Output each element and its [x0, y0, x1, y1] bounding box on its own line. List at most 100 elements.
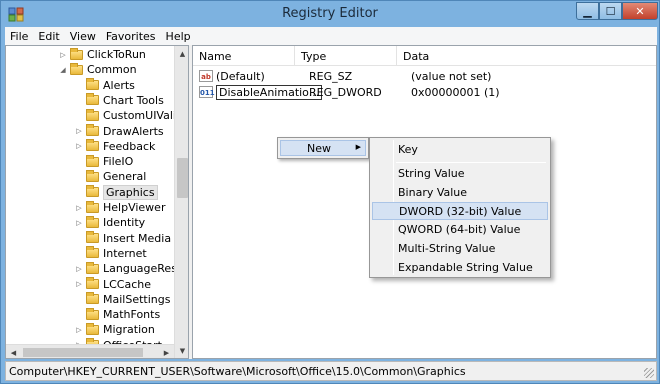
folder-icon — [86, 93, 99, 106]
tree-item-feedback[interactable]: ▷ Feedback — [74, 139, 155, 154]
value-type: REG_SZ — [309, 69, 353, 83]
list-header: Name Type Data — [193, 46, 656, 66]
context-menu: New ▶ — [277, 137, 369, 159]
folder-icon — [86, 261, 99, 274]
expand-arrow-icon[interactable]: ▷ — [74, 219, 84, 227]
expand-arrow-icon[interactable]: ▷ — [74, 326, 84, 334]
minimize-button[interactable]: ▁ — [576, 2, 599, 20]
tree-item-insert-media[interactable]: Insert Media — [74, 231, 171, 246]
value-row-disableanimation[interactable]: 011 DisableAnimatio... REG_DWORD 0x00000… — [193, 84, 500, 100]
tree-item-migration[interactable]: ▷ Migration — [74, 322, 155, 337]
submenu-item-key[interactable]: Key — [372, 141, 548, 159]
expand-arrow-icon[interactable]: ▷ — [58, 51, 68, 59]
tree-item-label: LCCache — [103, 277, 152, 291]
menu-file[interactable]: File — [5, 30, 33, 43]
tree-item-helpviewer[interactable]: ▷ HelpViewer — [74, 200, 165, 215]
tree-item-label: FileIO — [103, 155, 134, 169]
menu-view[interactable]: View — [65, 30, 101, 43]
maximize-icon: ☐ — [605, 4, 616, 18]
tree-item-clicktorun[interactable]: ▷ ClickToRun — [58, 47, 146, 62]
tree-vertical-scrollbar[interactable]: ▲ ▼ — [174, 46, 188, 358]
tree-item-common[interactable]: ◢ Common — [58, 62, 137, 77]
scroll-down-icon[interactable]: ▼ — [175, 343, 188, 358]
value-row-default[interactable]: ab (Default) REG_SZ (value not set) — [193, 68, 491, 84]
expand-arrow-icon[interactable]: ▷ — [74, 127, 84, 135]
folder-icon — [86, 108, 99, 121]
tree-vscroll-thumb[interactable] — [177, 158, 188, 198]
tree-item-label: Graphics — [103, 184, 158, 200]
tree-item-customuivalida[interactable]: CustomUIValida — [74, 108, 188, 123]
tree-horizontal-scrollbar[interactable]: ◀ ▶ — [6, 344, 174, 358]
submenu-item-string-value[interactable]: String Value — [372, 165, 548, 183]
tree-item-mathfonts[interactable]: MathFonts — [74, 307, 160, 322]
scroll-right-icon[interactable]: ▶ — [159, 345, 174, 358]
tree-item-label: Common — [87, 63, 137, 77]
column-header-name[interactable]: Name — [193, 46, 295, 65]
title-bar[interactable]: Registry Editor ▁ ☐ ✕ — [1, 1, 659, 27]
tree-item-graphics[interactable]: Graphics — [74, 184, 158, 200]
tree-item-alerts[interactable]: Alerts — [74, 78, 135, 93]
folder-icon — [86, 215, 99, 228]
scroll-left-icon[interactable]: ◀ — [6, 345, 21, 358]
expand-arrow-icon[interactable]: ▷ — [74, 280, 84, 288]
folder-icon — [86, 292, 99, 305]
tree-item-languageresou[interactable]: ▷ LanguageResou — [74, 261, 188, 276]
menu-item-new[interactable]: New ▶ — [280, 140, 366, 156]
submenu-item-binary-value[interactable]: Binary Value — [372, 184, 548, 202]
value-type: REG_DWORD — [309, 85, 382, 99]
submenu-item-expandable-string-value[interactable]: Expandable String Value — [372, 259, 548, 277]
submenu-arrow-icon: ▶ — [355, 143, 361, 151]
expand-arrow-icon[interactable]: ▷ — [74, 204, 84, 212]
tree-item-label: Alerts — [103, 78, 135, 92]
submenu-item-dword-value[interactable]: DWORD (32-bit) Value — [372, 202, 548, 220]
value-name-edit-field[interactable]: DisableAnimatio... — [216, 84, 323, 100]
tree-item-label: Identity — [103, 216, 146, 230]
menu-item-new-label: New — [307, 142, 331, 155]
tree-item-chart-tools[interactable]: Chart Tools — [74, 93, 164, 108]
value-data: (value not set) — [411, 69, 492, 83]
tree-item-drawalerts[interactable]: ▷ DrawAlerts — [74, 124, 164, 139]
tree-item-label: Internet — [103, 246, 147, 260]
tree-item-label: Feedback — [103, 139, 156, 153]
registry-tree[interactable]: ▷ ClickToRun ◢ Common Alerts Chart Tools Custo… — [5, 45, 189, 359]
submenu-item-qword-value[interactable]: QWORD (64-bit) Value — [372, 221, 548, 239]
folder-icon — [70, 62, 83, 75]
tree-item-general[interactable]: General — [74, 169, 146, 184]
scroll-up-icon[interactable]: ▲ — [175, 46, 188, 61]
menu-edit[interactable]: Edit — [33, 30, 64, 43]
new-submenu: Key String Value Binary Value DWORD (32-… — [369, 137, 551, 278]
submenu-separator — [396, 162, 546, 163]
maximize-button[interactable]: ☐ — [599, 2, 622, 20]
tree-item-label: HelpViewer — [103, 201, 166, 214]
window-title: Registry Editor — [282, 6, 378, 21]
folder-icon — [86, 139, 99, 152]
column-header-type[interactable]: Type — [295, 46, 397, 65]
folder-icon — [86, 154, 99, 167]
tree-item-label: General — [103, 170, 147, 184]
folder-icon — [86, 200, 99, 213]
folder-icon — [86, 169, 99, 182]
column-header-data[interactable]: Data — [397, 46, 656, 65]
minimize-icon: ▁ — [583, 4, 592, 18]
menu-favorites[interactable]: Favorites — [101, 30, 161, 43]
tree-item-identity[interactable]: ▷ Identity — [74, 215, 145, 230]
folder-icon — [86, 246, 99, 259]
resize-grip-icon[interactable] — [644, 368, 654, 378]
tree-item-lccache[interactable]: ▷ LCCache — [74, 277, 151, 292]
value-data: 0x00000001 (1) — [411, 85, 500, 99]
expand-arrow-icon[interactable]: ▷ — [74, 142, 84, 150]
tree-item-internet[interactable]: Internet — [74, 246, 147, 261]
submenu-item-multi-string-value[interactable]: Multi-String Value — [372, 240, 548, 258]
tree-item-label: DrawAlerts — [103, 124, 164, 138]
menu-help[interactable]: Help — [161, 30, 196, 43]
folder-icon — [70, 47, 83, 60]
tree-item-mailsettings[interactable]: MailSettings — [74, 292, 170, 307]
close-icon: ✕ — [635, 4, 645, 18]
tree-item-fileio[interactable]: FileIO — [74, 154, 133, 169]
menu-bar: File Edit View Favorites Help — [5, 27, 657, 45]
tree-item-label: Insert Media — [103, 231, 172, 245]
tree-hscroll-thumb[interactable] — [23, 348, 143, 357]
close-button[interactable]: ✕ — [622, 2, 658, 20]
expand-arrow-icon[interactable]: ◢ — [58, 66, 68, 74]
expand-arrow-icon[interactable]: ▷ — [74, 265, 84, 273]
